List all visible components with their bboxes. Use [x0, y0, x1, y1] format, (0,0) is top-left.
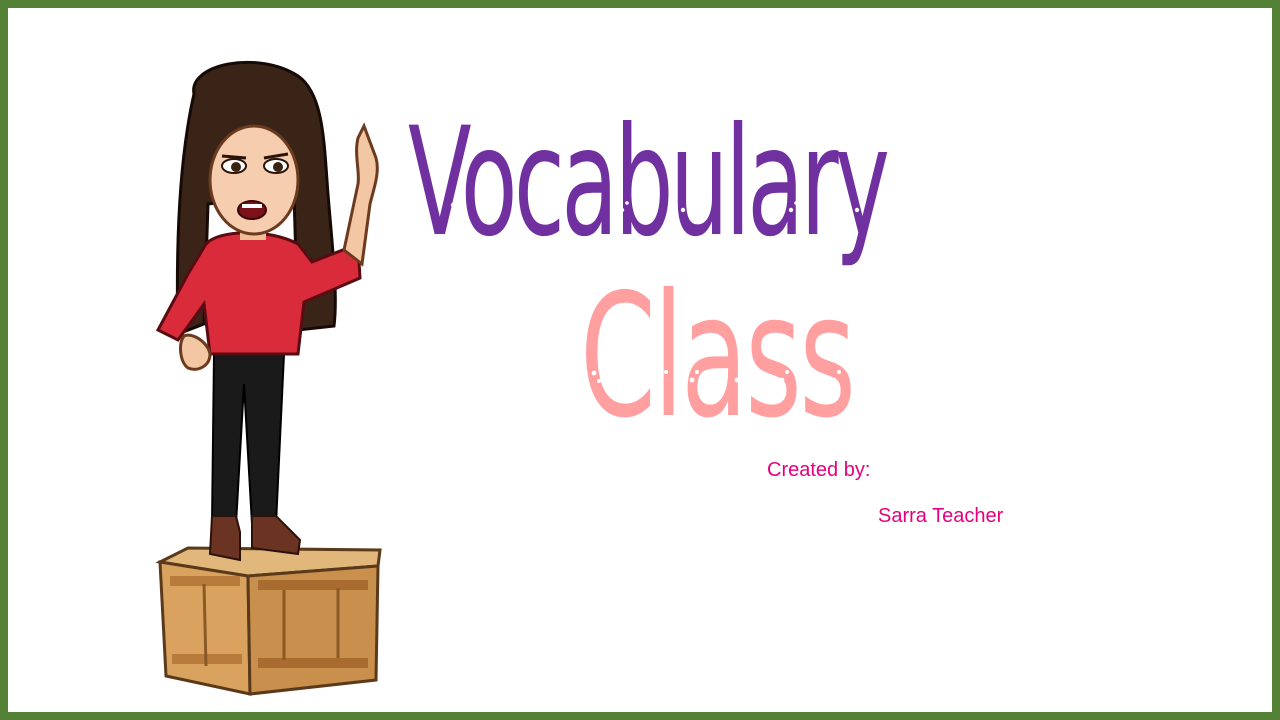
hip-hand [179, 333, 212, 371]
teacher-avatar-illustration [155, 60, 382, 696]
created-by-label: Created by: [767, 459, 871, 481]
wooden-crate [155, 546, 382, 696]
raised-arm [342, 122, 379, 267]
title-line-2: Class [580, 258, 856, 456]
author-name: Sarra Teacher [878, 505, 1004, 527]
title-line-1: Vocabulary [408, 96, 890, 270]
legs [208, 353, 302, 562]
face [208, 101, 300, 236]
